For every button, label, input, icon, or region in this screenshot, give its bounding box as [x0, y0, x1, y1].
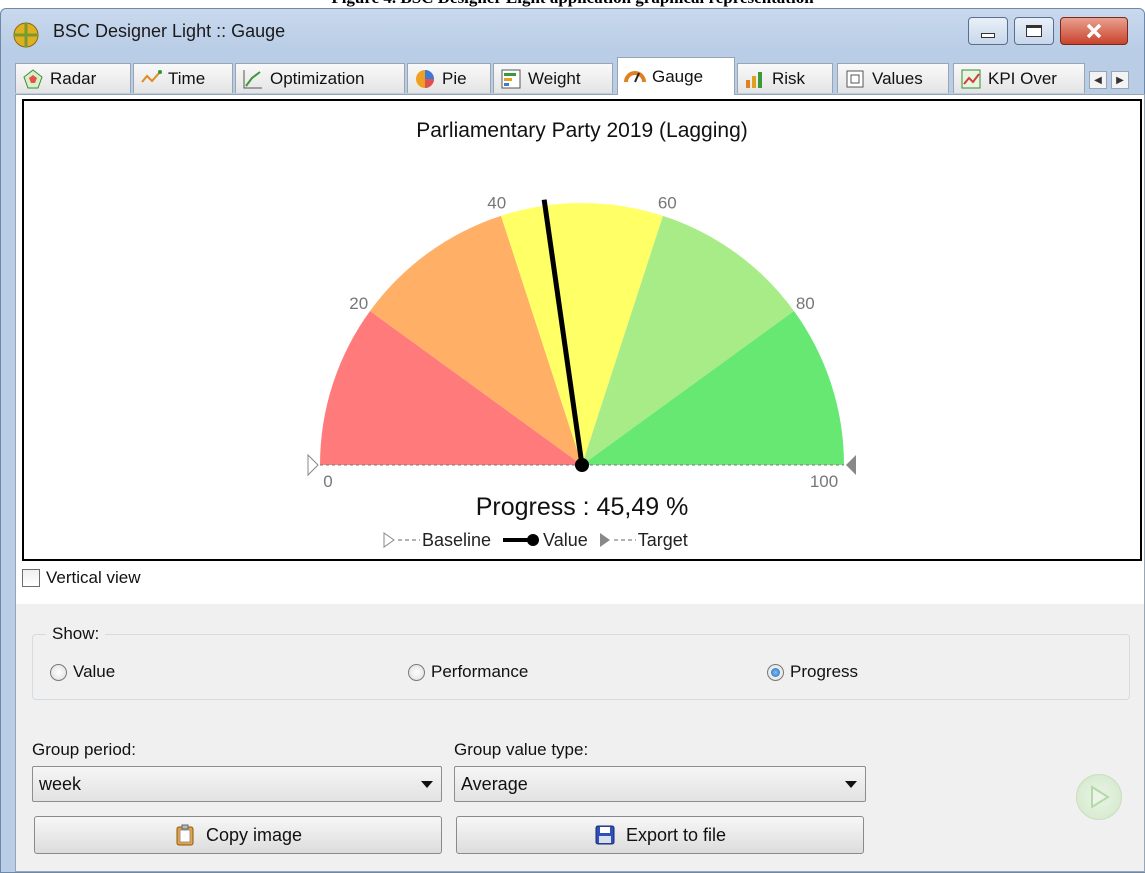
pie-icon: [414, 68, 436, 90]
minimize-button[interactable]: [968, 17, 1008, 45]
group-period-label: Group period:: [32, 740, 136, 759]
tab-label: Weight: [528, 68, 581, 88]
tab-time[interactable]: Time: [133, 63, 233, 93]
gauge-needle-hub: [575, 458, 589, 472]
tab-label: Pie: [442, 68, 467, 88]
legend-value: Value: [543, 529, 588, 550]
risk-icon: [744, 68, 766, 90]
tab-pie[interactable]: Pie: [407, 63, 491, 93]
tab-kpi-over[interactable]: KPI Over: [953, 63, 1085, 93]
maximize-button[interactable]: [1014, 17, 1054, 45]
tab-label: Risk: [772, 68, 806, 88]
legend-target: Target: [637, 529, 688, 550]
tab-scroll-left-button[interactable]: ◀: [1089, 71, 1107, 89]
radio-performance[interactable]: [408, 663, 425, 681]
play-icon: [1091, 785, 1110, 809]
tab-label: KPI Over: [988, 68, 1057, 88]
group-value-type-label: Group value type:: [454, 740, 589, 759]
target-marker-icon: [599, 533, 636, 547]
tab-scroll-right-button[interactable]: ▶: [1111, 71, 1129, 89]
radio-label: Performance: [431, 662, 529, 681]
show-performance-radio[interactable]: Performance: [408, 662, 528, 682]
tab-gauge[interactable]: Gauge: [617, 57, 735, 95]
radio-selected-dot: [771, 667, 780, 677]
radio-value[interactable]: [50, 663, 67, 681]
group-period-value: week: [39, 773, 82, 794]
vertical-view-label: Vertical view: [46, 568, 141, 587]
value-marker-icon: [503, 534, 540, 546]
optimization-icon: [242, 68, 264, 90]
clipboard-icon: [174, 824, 196, 846]
progress-readout: Progress : 45,49 %: [475, 493, 689, 521]
tab-risk[interactable]: Risk: [737, 63, 833, 93]
minimize-icon: [981, 32, 995, 38]
export-label: Export to file: [625, 824, 727, 845]
baseline-marker: [307, 453, 319, 477]
tab-bar: Radar Time Optimization Pie Weight Gauge…: [15, 57, 1143, 95]
app-logo-icon: [13, 22, 39, 48]
tab-label: Time: [168, 68, 206, 88]
baseline-marker-icon: [383, 532, 420, 548]
window-title: BSC Designer Light :: Gauge: [53, 21, 286, 41]
radar-icon: [22, 68, 44, 90]
group-value-type-select[interactable]: Average: [454, 766, 866, 802]
tab-label: Radar: [50, 68, 97, 88]
gauge-tick-label-3: 60: [658, 194, 677, 213]
export-to-file-button[interactable]: Export to file: [456, 816, 864, 854]
close-icon: [1086, 23, 1102, 39]
close-button[interactable]: [1060, 17, 1128, 45]
tab-optimization[interactable]: Optimization: [235, 63, 405, 93]
title-bar: BSC Designer Light :: Gauge: [1, 9, 1144, 55]
tab-radar[interactable]: Radar: [15, 63, 131, 93]
show-value-radio[interactable]: Value: [50, 662, 115, 682]
save-disk-icon: [594, 824, 616, 846]
chevron-down-icon: [421, 781, 433, 788]
gauge-tick-label-5: 100: [810, 472, 838, 491]
tab-label: Gauge: [652, 66, 704, 86]
tab-label: Values: [872, 68, 923, 88]
values-icon: [844, 68, 866, 90]
chart-panel: Parliamentary Party 2019 (Lagging) 0 20 40…: [15, 94, 1145, 604]
legend-baseline: Baseline: [422, 529, 492, 550]
radio-label: Progress: [790, 662, 859, 681]
gauge-tick-label-0: 0: [323, 472, 332, 491]
gauge-tick-label-2: 40: [487, 194, 506, 213]
tab-values[interactable]: Values: [837, 63, 949, 93]
vertical-view-option[interactable]: Vertical view: [22, 567, 140, 589]
gauge-icon: [624, 66, 646, 88]
radio-progress[interactable]: [767, 663, 784, 681]
gauge-chart: 0 20 40 60 80 100: [307, 194, 856, 491]
maximize-icon: [1026, 25, 1042, 37]
gauge-tick-label-1: 20: [349, 294, 368, 313]
settings-panel: Show: Value Performance Progress Group p…: [15, 604, 1145, 872]
vertical-view-checkbox[interactable]: [22, 569, 40, 587]
weight-icon: [500, 68, 522, 90]
tab-label: Optimization: [270, 68, 365, 88]
time-icon: [140, 68, 162, 90]
chart-legend: Baseline Value Target: [382, 529, 688, 551]
group-period-select[interactable]: week: [32, 766, 442, 802]
copy-image-button[interactable]: Copy image: [34, 816, 442, 854]
show-progress-radio[interactable]: Progress: [767, 662, 858, 682]
radio-label: Value: [73, 662, 116, 681]
kpi-icon: [960, 68, 982, 90]
target-marker: [846, 455, 856, 475]
chevron-down-icon: [845, 781, 857, 788]
tab-weight[interactable]: Weight: [493, 63, 613, 93]
play-button[interactable]: [1076, 774, 1122, 820]
chart-frame: Parliamentary Party 2019 (Lagging) 0 20 40…: [22, 99, 1142, 561]
figure-caption: Figure 4. BSC Designer Light application…: [0, 0, 1145, 8]
show-legend: Show:: [46, 624, 106, 644]
show-group-box: [32, 634, 1130, 700]
group-value-type-value: Average: [461, 773, 528, 794]
copy-image-label: Copy image: [205, 824, 303, 845]
app-window: BSC Designer Light :: Gauge Radar Time O…: [0, 8, 1145, 873]
gauge-tick-label-4: 80: [796, 294, 815, 313]
